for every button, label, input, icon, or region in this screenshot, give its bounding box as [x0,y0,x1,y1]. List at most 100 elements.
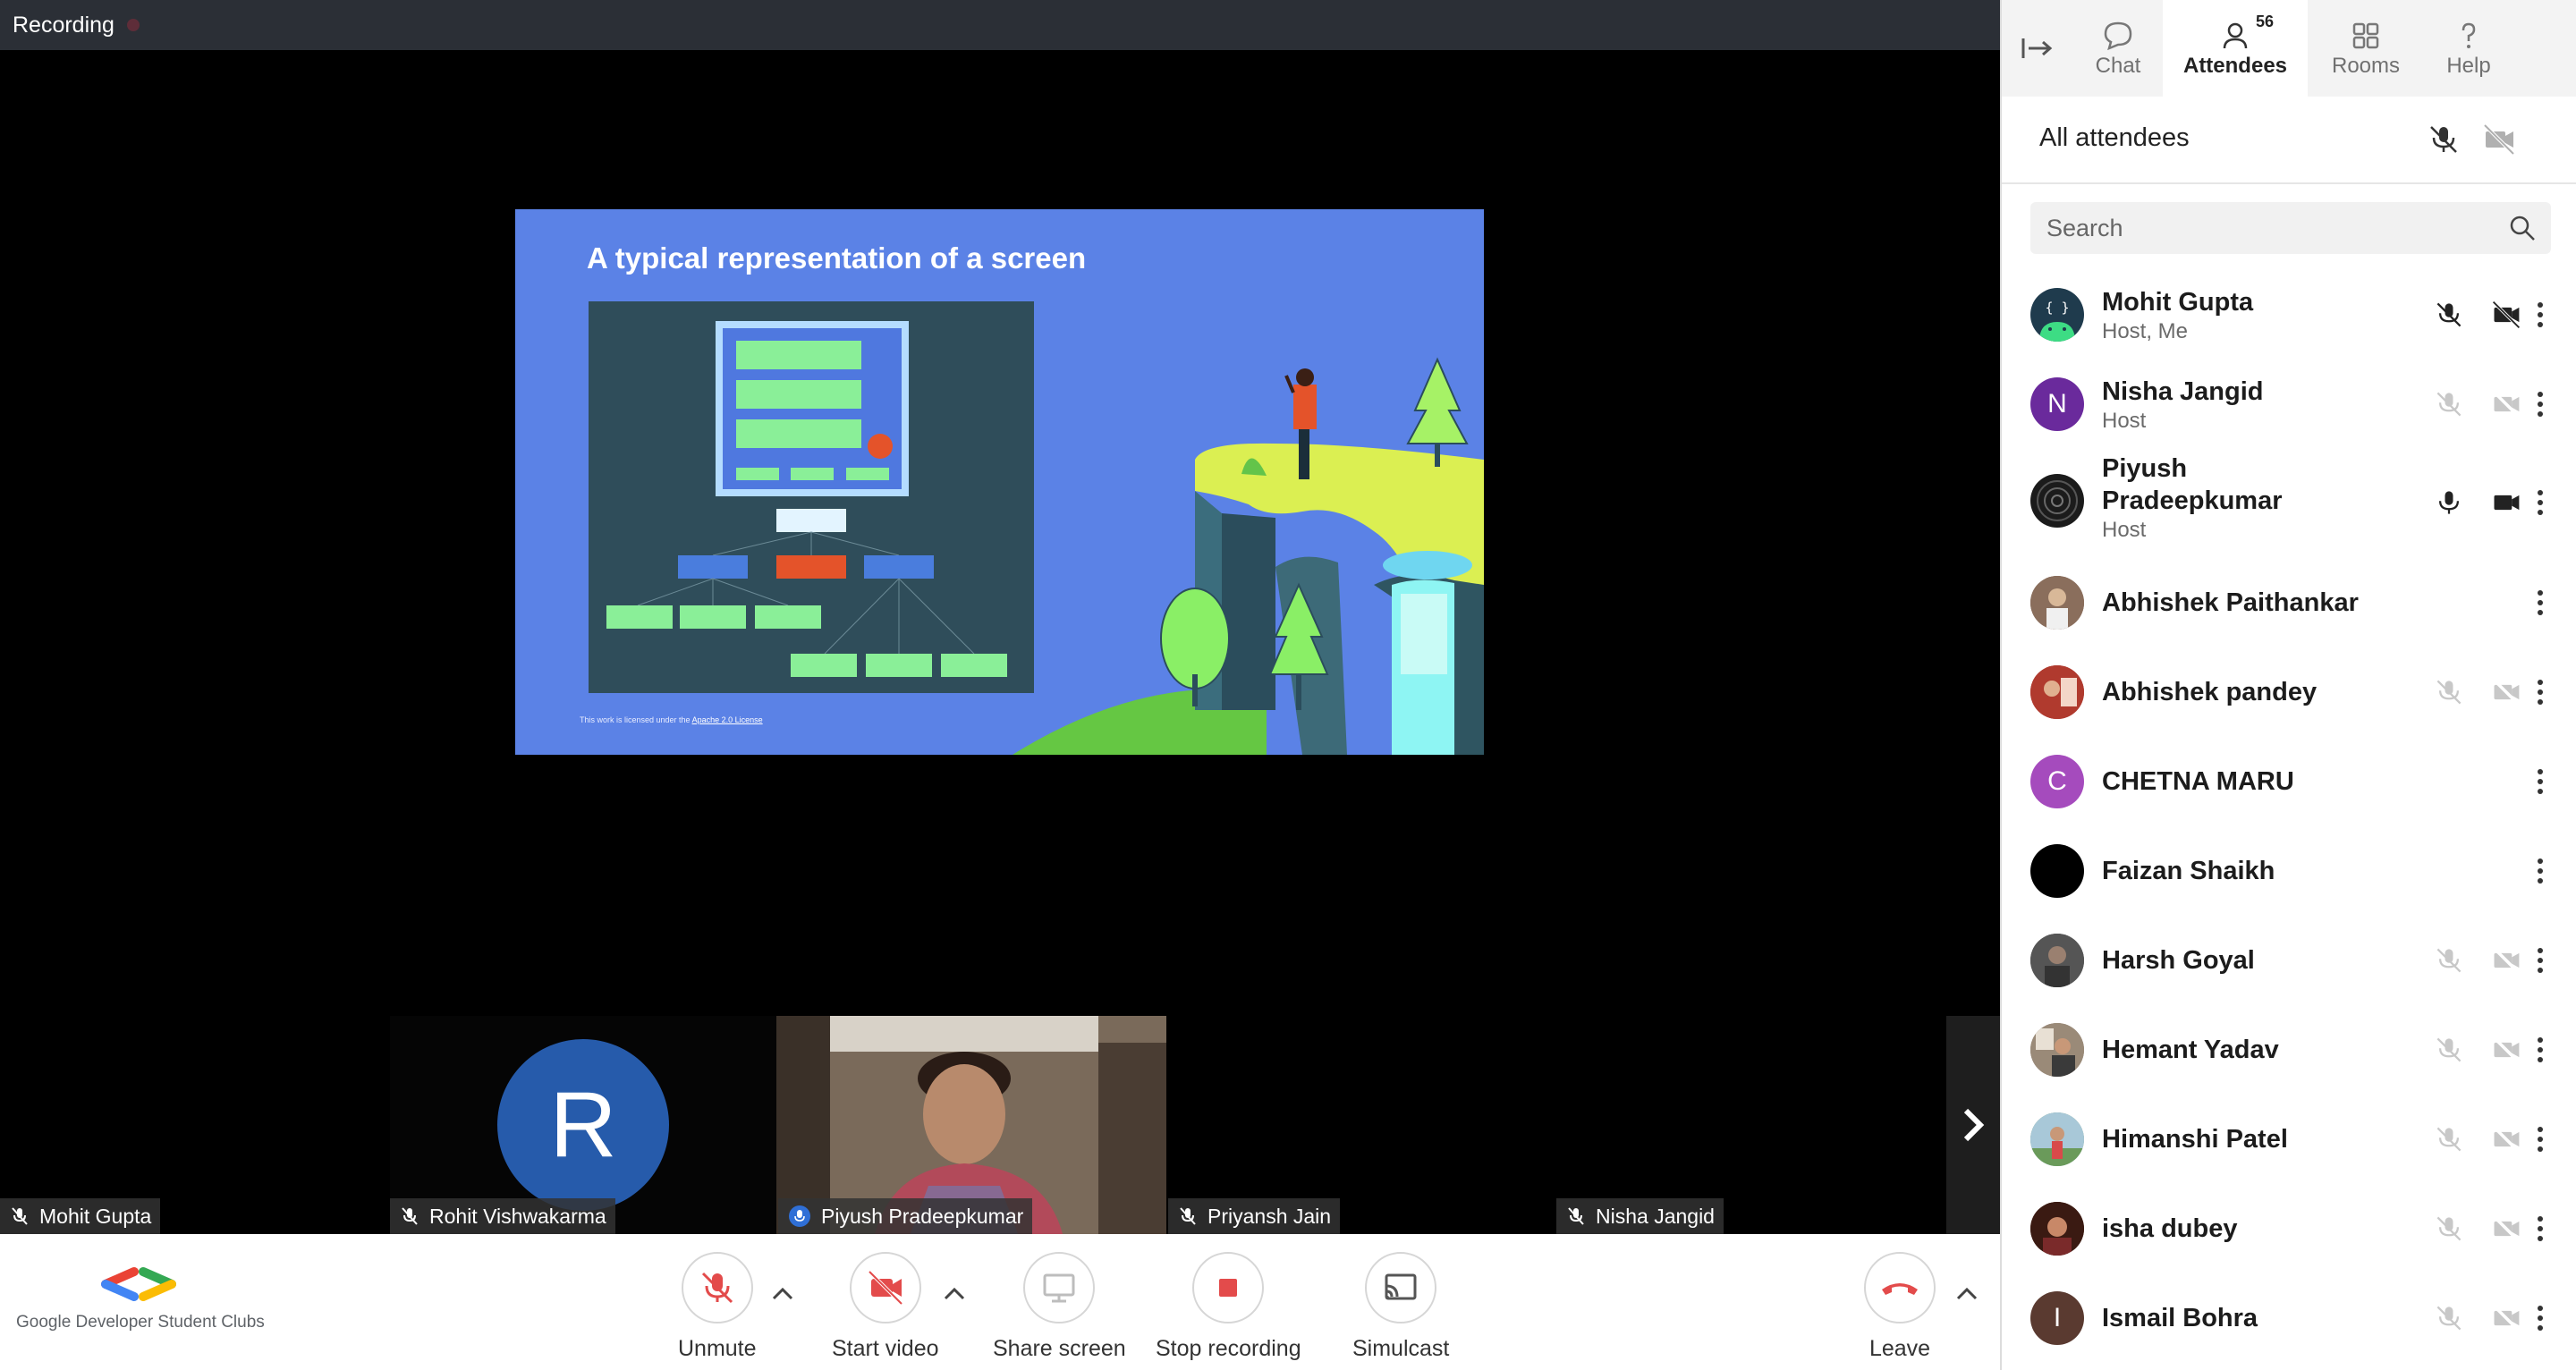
mic-off-icon [401,1206,419,1226]
more-options-icon[interactable] [2531,297,2549,333]
tab-help-label: Help [2446,54,2491,78]
unmute-control[interactable]: Unmute [678,1252,757,1362]
mic-off-icon[interactable] [2431,1300,2467,1336]
mic-off-icon[interactable] [2431,1211,2467,1247]
license-text: This work is licensed under the [580,715,692,724]
mic-off-icon[interactable] [2431,1032,2467,1068]
attendee-row[interactable]: Hemant Yadav [2002,1005,2576,1095]
attendee-role: Host [2102,518,2147,542]
mic-off-icon[interactable] [2431,1121,2467,1157]
attendee-name-line1: Piyush [2102,454,2188,483]
tab-rooms[interactable]: Rooms [2308,0,2424,97]
more-options-icon[interactable] [2531,853,2549,889]
attendee-row[interactable]: isha dubey [2002,1184,2576,1273]
stop-recording-label: Stop recording [1156,1336,1301,1361]
attendee-name: Nisha Jangid [2102,377,2264,406]
collapse-panel-icon [2021,38,2053,58]
avatar: C [2030,755,2084,808]
more-options-icon[interactable] [2531,1121,2549,1157]
attendee-row[interactable]: Piyush Pradeepkumar Host [2002,447,2576,558]
tab-chat-label: Chat [2095,54,2141,78]
start-video-control[interactable]: Start video [832,1252,939,1362]
mute-all-button[interactable] [2426,122,2467,157]
tab-help[interactable]: Help [2424,0,2513,97]
video-options-caret[interactable] [941,1281,968,1307]
camera-on-icon[interactable] [2488,485,2524,520]
leave-control[interactable]: Leave [1864,1252,1936,1362]
more-options-icon[interactable] [2531,674,2549,710]
camera-off-icon[interactable] [2488,1121,2524,1157]
more-options-icon[interactable] [2531,1032,2549,1068]
mic-off-icon [2430,126,2457,153]
more-options-icon[interactable] [2531,1211,2549,1247]
hang-up-icon [1882,1283,1918,1295]
next-page-button[interactable] [1946,1016,2000,1234]
attendee-row[interactable]: Himanshi Patel [2002,1095,2576,1184]
search-input[interactable] [2046,214,2508,242]
share-screen-control[interactable]: Share screen [993,1252,1126,1362]
attendee-role: Host [2102,409,2147,433]
mic-on-icon[interactable] [2431,485,2467,520]
stop-recording-control[interactable]: Stop recording [1156,1252,1301,1362]
attendee-list: { } Mohit Gupta Host, Me N Nisha Jangid … [2002,268,2576,1363]
monitor-icon [1043,1273,1075,1303]
mic-off-icon[interactable] [2431,386,2467,422]
gdsc-logo-icon [101,1267,176,1301]
chat-bubble-icon [2102,18,2134,54]
unmute-button[interactable] [681,1252,753,1323]
avatar [2030,1112,2084,1166]
leave-button[interactable] [1864,1252,1936,1323]
attendee-row[interactable]: Faizan Shaikh [2002,826,2576,916]
mic-off-icon[interactable] [2431,943,2467,978]
shared-screen-slide: A typical representation of a screen Thi… [515,209,1484,755]
tab-attendees[interactable]: 56 Attendees [2163,0,2308,97]
camera-off-icon[interactable] [2488,1300,2524,1336]
more-options-icon[interactable] [2531,764,2549,799]
attendee-row[interactable]: Harsh Goyal [2002,916,2576,1005]
camera-off-icon[interactable] [2488,943,2524,978]
meeting-controls-bar: Google Developer Student Clubs Unmute St… [0,1234,2000,1370]
attendee-row[interactable]: C CHETNA MARU [2002,737,2576,826]
attendee-row[interactable]: Abhishek Paithankar [2002,558,2576,647]
attendee-name: Faizan Shaikh [2102,857,2275,885]
start-video-button[interactable] [849,1252,921,1323]
more-options-icon[interactable] [2531,485,2549,520]
attendee-row[interactable]: I Ismail Bohra [2002,1273,2576,1363]
tab-chat[interactable]: Chat [2073,0,2163,97]
audio-options-caret[interactable] [769,1281,796,1307]
license-link[interactable]: Apache 2.0 License [692,715,763,724]
stop-all-video-button[interactable] [2481,122,2522,157]
more-options-icon[interactable] [2531,1300,2549,1336]
attendee-name: Hemant Yadav [2102,1036,2279,1064]
more-options-icon[interactable] [2531,943,2549,978]
avatar: N [2030,377,2084,431]
avatar [2030,844,2084,898]
attendee-name: Himanshi Patel [2102,1125,2288,1154]
more-options-icon[interactable] [2531,585,2549,621]
camera-off-icon[interactable] [2488,674,2524,710]
camera-off-icon[interactable] [2488,1032,2524,1068]
attendee-row[interactable]: Abhishek pandey [2002,647,2576,737]
attendee-name-line2: Pradeepkumar [2102,486,2283,515]
leave-options-caret[interactable] [1953,1281,1980,1307]
camera-off-icon[interactable] [2488,1211,2524,1247]
camera-off-icon[interactable] [2488,386,2524,422]
attendee-row[interactable]: N Nisha Jangid Host [2002,358,2576,447]
attendee-search[interactable] [2030,202,2551,254]
stop-recording-button[interactable] [1192,1252,1265,1323]
mic-off-icon [1567,1206,1585,1226]
tab-attendees-label: Attendees [2182,54,2288,78]
more-options-icon[interactable] [2531,386,2549,422]
mic-off-icon[interactable] [2431,297,2467,333]
mic-off-icon[interactable] [2431,674,2467,710]
simulcast-button[interactable] [1365,1252,1437,1323]
simulcast-label: Simulcast [1352,1336,1450,1361]
tile-name: Priyansh Jain [1208,1204,1332,1228]
grid-icon [2350,18,2382,54]
camera-off-icon[interactable] [2488,297,2524,333]
share-screen-button[interactable] [1023,1252,1096,1323]
simulcast-control[interactable]: Simulcast [1352,1252,1449,1362]
header-divider [2002,182,2576,184]
collapse-sidebar-button[interactable] [2002,0,2073,97]
attendee-row[interactable]: { } Mohit Gupta Host, Me [2002,268,2576,358]
